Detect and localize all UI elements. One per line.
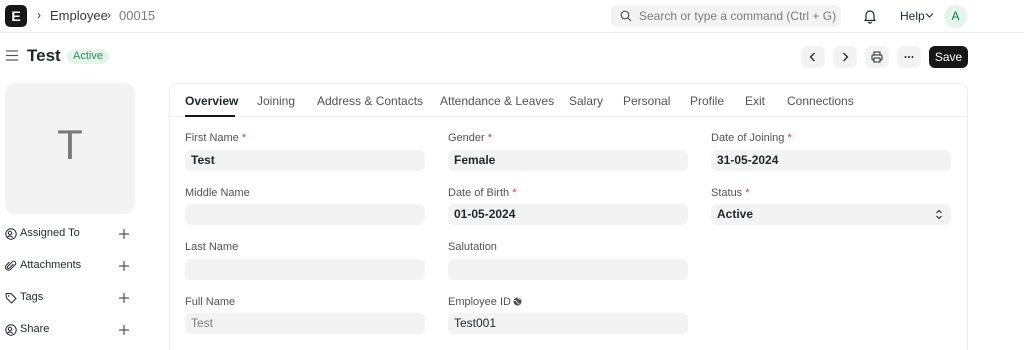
tab-connections[interactable]: Connections [787, 94, 854, 108]
middle-name-field[interactable] [185, 204, 425, 225]
plus-icon[interactable] [118, 292, 130, 304]
navbar: E › Employee › 00015 Search or type a co… [0, 0, 1024, 33]
more-horizontal-icon [904, 56, 914, 58]
printer-icon [871, 51, 883, 63]
notification-bell-icon[interactable] [863, 8, 877, 24]
status-select[interactable]: Active [711, 204, 951, 225]
sidebar-item-attachments[interactable]: Attachments [5, 257, 135, 275]
save-button[interactable]: Save [929, 46, 968, 68]
tab-address-contacts[interactable]: Address & Contacts [317, 94, 423, 108]
more-actions-button[interactable] [897, 46, 921, 68]
status-badge: Active [67, 49, 109, 64]
middle-name-label: Middle Name [185, 187, 250, 199]
breadcrumb-employee[interactable]: Employee [50, 8, 108, 23]
previous-record-button[interactable] [801, 46, 825, 68]
last-name-field[interactable] [185, 259, 425, 280]
tag-icon [5, 293, 17, 304]
app-logo[interactable]: E [5, 5, 27, 27]
employee-id-label: Employee ID [448, 296, 522, 308]
status-select-value: Active [717, 207, 754, 221]
first-name-label: First Name * [185, 132, 247, 144]
employee-image-placeholder[interactable]: T [5, 83, 135, 214]
user-avatar[interactable]: A [944, 5, 967, 28]
sidebar-item-label: Attachments [20, 259, 82, 271]
print-button[interactable] [865, 46, 889, 68]
status-label: Status * [711, 187, 750, 199]
form-card: Overview Joining Address & Contacts Atte… [169, 83, 968, 350]
sidebar-item-assigned-to[interactable]: Assigned To [5, 225, 135, 243]
tab-exit[interactable]: Exit [745, 94, 765, 108]
date-of-birth-field[interactable]: 01-05-2024 [448, 204, 688, 225]
gender-field[interactable]: Female [448, 150, 688, 171]
sidebar-item-tags[interactable]: Tags [5, 289, 135, 307]
sidebar-item-label: Share [20, 323, 50, 335]
form-tabs: Overview Joining Address & Contacts Atte… [170, 84, 967, 117]
tab-joining[interactable]: Joining [257, 94, 295, 108]
full-name-field: Test [185, 313, 425, 334]
date-of-birth-label: Date of Birth * [448, 187, 517, 199]
globe-icon [513, 297, 522, 306]
user-add-icon [5, 228, 17, 240]
salutation-label: Salutation [448, 241, 497, 253]
breadcrumb-record[interactable]: 00015 [119, 8, 155, 23]
page-title: Test [27, 46, 61, 65]
chevron-right-icon: › [37, 8, 41, 22]
plus-icon[interactable] [118, 260, 130, 272]
first-name-field[interactable]: Test [185, 150, 425, 171]
tab-salary[interactable]: Salary [569, 94, 603, 108]
plus-icon[interactable] [118, 324, 130, 336]
tab-attendance-leaves[interactable]: Attendance & Leaves [440, 94, 554, 108]
date-of-joining-field[interactable]: 31-05-2024 [711, 150, 951, 171]
image-initial: T [57, 121, 83, 168]
gender-label: Gender * [448, 132, 493, 144]
active-tab-indicator [185, 115, 235, 117]
chevron-down-icon [925, 13, 934, 18]
chevron-right-icon: › [107, 8, 111, 22]
plus-icon[interactable] [118, 228, 130, 240]
chevron-left-icon [809, 52, 815, 62]
search-placeholder: Search or type a command (Ctrl + G) [639, 9, 837, 23]
employee-id-field[interactable]: Test001 [448, 313, 688, 334]
chevron-right-icon [843, 52, 849, 62]
sidebar-item-label: Tags [20, 291, 44, 303]
salutation-field[interactable] [448, 259, 688, 280]
paperclip-icon [5, 260, 17, 271]
sidebar-toggle-icon[interactable] [6, 50, 18, 61]
last-name-label: Last Name [185, 241, 239, 253]
sidebar-item-label: Assigned To [20, 227, 80, 239]
full-name-label: Full Name [185, 296, 236, 308]
search-bar[interactable]: Search or type a command (Ctrl + G) [611, 5, 841, 27]
tab-overview[interactable]: Overview [185, 94, 238, 108]
date-of-joining-label: Date of Joining * [711, 132, 792, 144]
tab-profile[interactable]: Profile [690, 94, 724, 108]
next-record-button[interactable] [833, 46, 857, 68]
sidebar-item-share[interactable]: Share [5, 321, 135, 339]
tab-personal[interactable]: Personal [623, 94, 670, 108]
share-icon [5, 324, 17, 336]
select-arrows-icon [936, 209, 942, 220]
help-menu[interactable]: Help [900, 9, 925, 23]
search-icon [620, 10, 632, 22]
